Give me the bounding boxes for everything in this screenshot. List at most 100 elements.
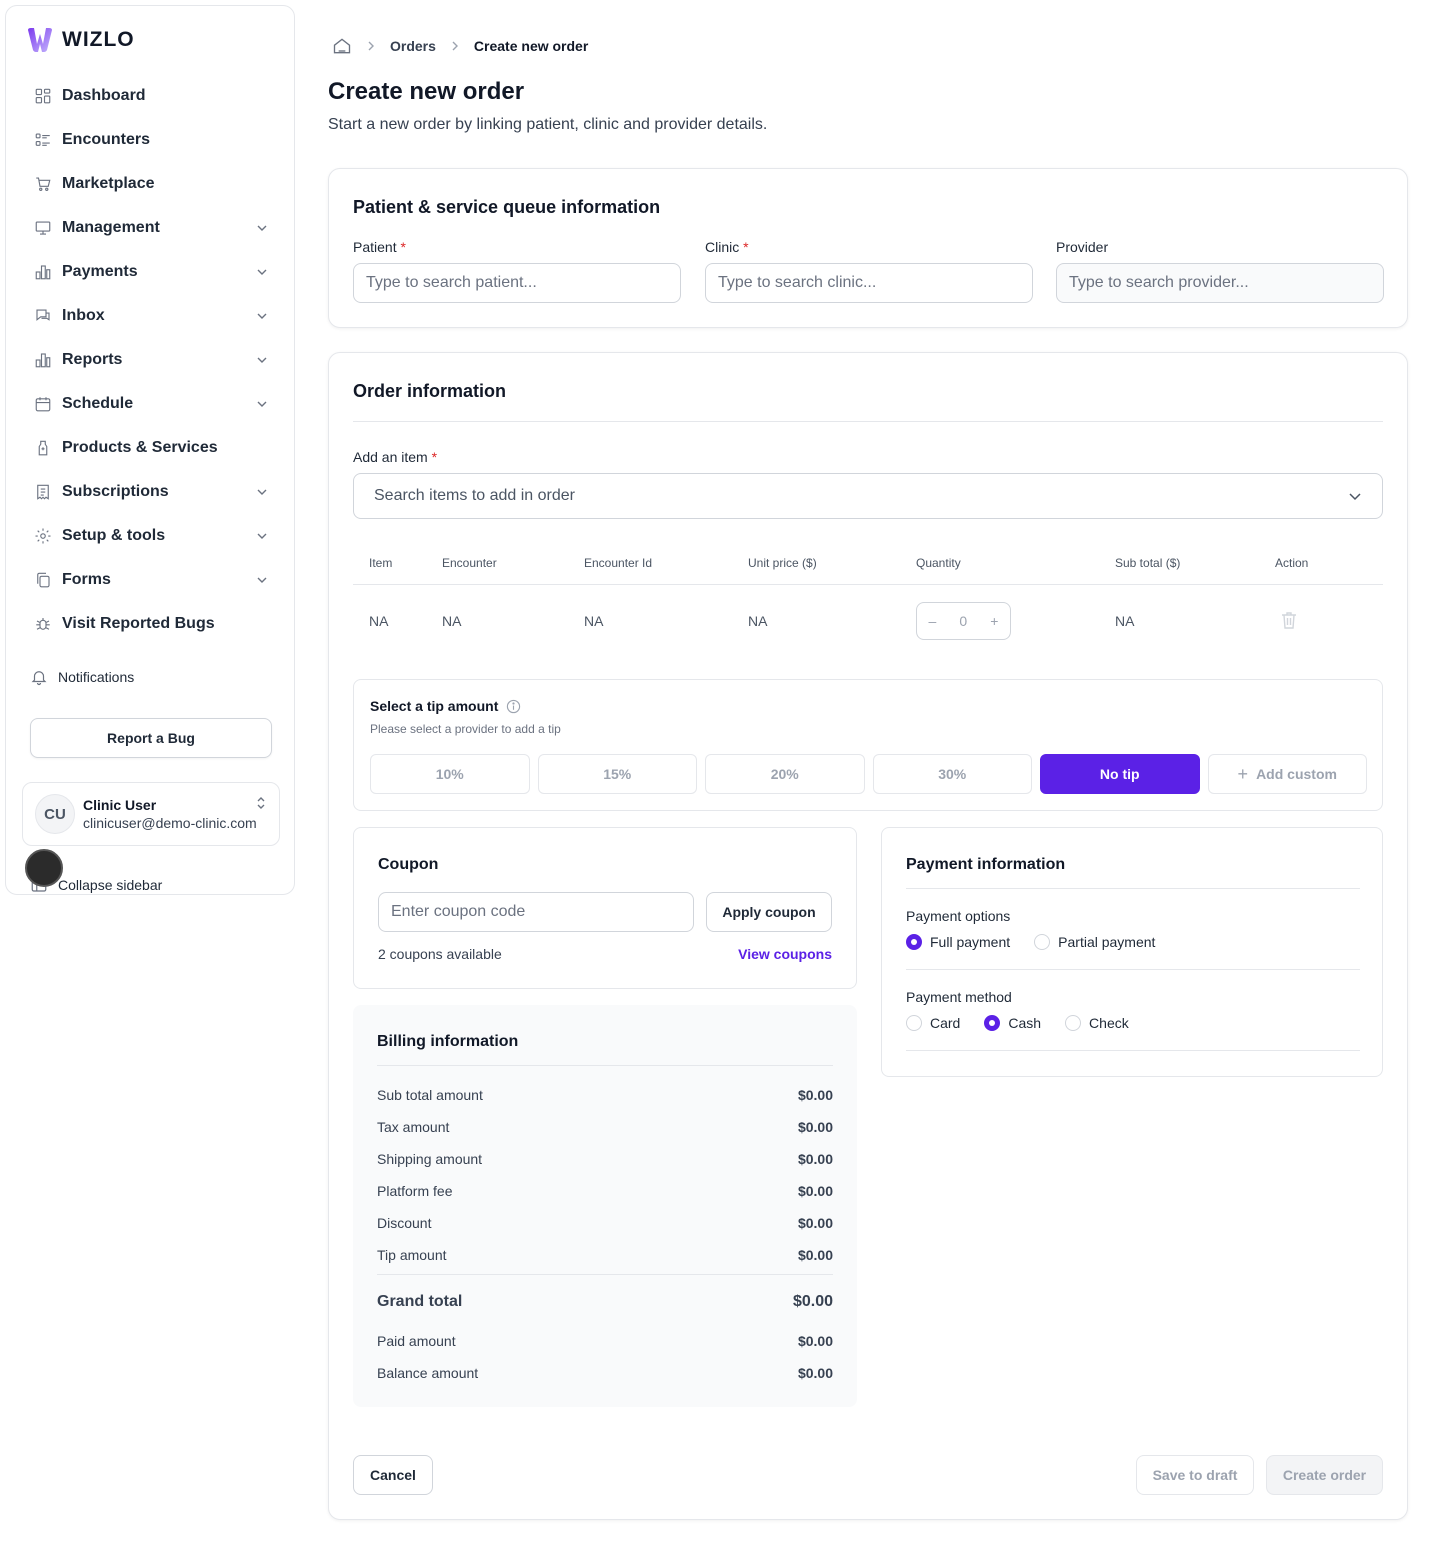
sidebar-item-label: Marketplace: [62, 175, 155, 192]
apply-coupon-button[interactable]: Apply coupon: [706, 892, 832, 932]
chevron-down-icon[interactable]: [256, 354, 268, 366]
payment-title: Payment information: [906, 856, 1066, 873]
sidebar-item-setup-tools[interactable]: Setup & tools: [22, 514, 280, 558]
sidebar-item-label: Setup & tools: [62, 527, 166, 544]
page-subtitle: Start a new order by linking patient, cl…: [328, 116, 768, 133]
provider-search-input[interactable]: [1056, 263, 1384, 303]
clinic-search-input[interactable]: [705, 263, 1033, 303]
chevron-down-icon[interactable]: [256, 530, 268, 542]
sidebar-item-reports[interactable]: Reports: [22, 338, 280, 382]
tip-option-no-tip[interactable]: No tip: [1040, 754, 1200, 794]
radio-indicator[interactable]: [906, 934, 922, 950]
sidebar-item-products-services[interactable]: Products & Services: [22, 426, 280, 470]
sidebar-item-schedule[interactable]: Schedule: [22, 382, 280, 426]
logo[interactable]: WIZLO: [26, 26, 135, 54]
radio-full-payment[interactable]: Full payment: [906, 934, 1010, 950]
coupons-available-text: 2 coupons available: [378, 946, 502, 962]
chevron-down-icon[interactable]: [256, 574, 268, 586]
payment-options-group: Full payment Partial payment: [906, 934, 1155, 950]
radio-check[interactable]: Check: [1065, 1015, 1129, 1031]
section-title: Patient & service queue information: [353, 197, 661, 217]
add-custom-tip-button[interactable]: + Add custom: [1207, 754, 1367, 794]
add-custom-label: Add custom: [1256, 766, 1337, 782]
tip-option-10[interactable]: 10%: [370, 754, 530, 794]
tip-options: 10% 15% 20% 30% No tip + Add custom: [370, 754, 1367, 794]
billing-row-label: Tax amount: [377, 1119, 450, 1135]
provider-label: Provider: [1056, 239, 1109, 255]
breadcrumb: Orders Create new order: [332, 36, 588, 56]
payment-method-label: Payment method: [906, 989, 1012, 1005]
sidebar-item-visit-reported-bugs[interactable]: Visit Reported Bugs: [22, 602, 280, 646]
chevron-down-icon[interactable]: [256, 310, 268, 322]
radio-card[interactable]: Card: [906, 1015, 960, 1031]
sidebar-item-label: Payments: [62, 263, 138, 280]
sidebar-item-label: Visit Reported Bugs: [62, 615, 215, 632]
radio-indicator[interactable]: [906, 1015, 922, 1031]
action-cell: [1275, 611, 1383, 632]
chevron-down-icon[interactable]: [256, 486, 268, 498]
coupon-code-input[interactable]: [378, 892, 694, 932]
plus-icon[interactable]: +: [990, 613, 998, 629]
radio-indicator[interactable]: [1065, 1015, 1082, 1031]
sidebar-item-marketplace[interactable]: Marketplace: [22, 162, 280, 206]
chevron-down-icon[interactable]: [256, 398, 268, 410]
tip-option-15[interactable]: 15%: [537, 754, 697, 794]
trash-icon[interactable]: [1281, 611, 1297, 629]
tip-subtitle: Please select a provider to add a tip: [370, 722, 561, 736]
provider-field: Provider: [1056, 239, 1384, 303]
sidebar-item-encounters[interactable]: Encounters: [22, 118, 280, 162]
billing-rows: Sub total amount $0.00 Tax amount $0.00 Ship…: [377, 1079, 833, 1271]
table-header: Item Encounter Encounter Id Unit price (…: [353, 541, 1383, 585]
home-icon[interactable]: [332, 36, 352, 56]
grand-total-row: Grand total $0.00: [377, 1293, 833, 1311]
gear-icon: [34, 527, 52, 545]
cell-unit-price: NA: [748, 613, 768, 629]
patient-search-input[interactable]: [353, 263, 681, 303]
view-coupons-link[interactable]: View coupons: [738, 946, 832, 962]
copy-icon: [34, 571, 52, 589]
sidebar-item-management[interactable]: Management: [22, 206, 280, 250]
wizlo-logo-icon: [28, 28, 52, 52]
billing-row-value: $0.00: [797, 1333, 833, 1349]
add-item-select[interactable]: Search items to add in order: [353, 473, 1383, 519]
patient-label: Patient *: [353, 239, 406, 255]
bell-icon: [31, 671, 47, 686]
billing-section: Billing information Sub total amount $0.0…: [353, 1005, 857, 1407]
user-name: Clinic User: [83, 797, 157, 813]
notifications-link[interactable]: Notifications: [30, 668, 134, 686]
brand-name: WIZLO: [62, 28, 135, 51]
user-menu[interactable]: CU Clinic User clinicuser@demo-clinic.co…: [22, 782, 280, 846]
sidebar-item-subscriptions[interactable]: Subscriptions: [22, 470, 280, 514]
chevron-down-icon[interactable]: [256, 222, 268, 234]
tip-option-20[interactable]: 20%: [705, 754, 865, 794]
quantity-stepper[interactable]: – 0 +: [916, 602, 1011, 640]
column-header: Encounter Id: [584, 555, 653, 570]
save-to-draft-button[interactable]: Save to draft: [1136, 1455, 1254, 1495]
column-header: Item: [369, 555, 393, 570]
billing-row-label: Shipping amount: [377, 1151, 483, 1167]
radio-indicator[interactable]: [984, 1015, 1001, 1031]
coupon-title: Coupon: [378, 856, 439, 873]
patient-section: Patient & service queue information Pati…: [328, 168, 1408, 328]
sidebar-item-dashboard[interactable]: Dashboard: [22, 74, 280, 118]
sidebar-item-label: Inbox: [62, 307, 105, 324]
tip-option-30[interactable]: 30%: [872, 754, 1032, 794]
payment-section: Payment information Payment options Full…: [881, 827, 1383, 1077]
order-items-table: Item Encounter Encounter Id Unit price (…: [353, 541, 1383, 657]
divider: [377, 1065, 833, 1066]
billing-row: Tip amount $0.00: [377, 1239, 833, 1271]
radio-partial-payment[interactable]: Partial payment: [1034, 934, 1155, 950]
create-order-button[interactable]: Create order: [1266, 1455, 1383, 1495]
sidebar-item-forms[interactable]: Forms: [22, 558, 280, 602]
sidebar-item-payments[interactable]: Payments: [22, 250, 280, 294]
report-bug-button[interactable]: Report a Bug: [30, 718, 272, 758]
breadcrumb-orders[interactable]: Orders: [390, 38, 436, 54]
radio-cash[interactable]: Cash: [984, 1015, 1041, 1031]
chevron-down-icon[interactable]: [256, 266, 268, 278]
minus-icon[interactable]: –: [929, 613, 937, 629]
floating-help-button[interactable]: [25, 849, 63, 887]
cancel-button[interactable]: Cancel: [353, 1455, 433, 1495]
sidebar-item-inbox[interactable]: Inbox: [22, 294, 280, 338]
radio-indicator[interactable]: [1034, 934, 1051, 950]
info-icon[interactable]: [506, 699, 521, 714]
